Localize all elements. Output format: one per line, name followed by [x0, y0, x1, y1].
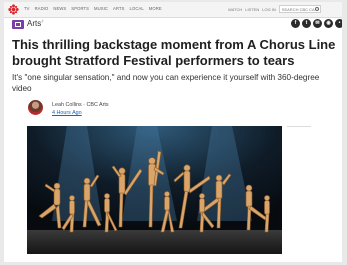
advertisement-slot[interactable] [287, 126, 311, 157]
top-navigation: TV RADIO NEWS SPORTS MUSIC ARTS LOCAL MO… [4, 2, 342, 18]
nav-utility-links: WATCH LISTEN LOG IN SEARCH CBC.CA [228, 5, 321, 13]
section-header: Arts® f t ✉ ◉ • [4, 19, 342, 31]
nav-link-sports[interactable]: SPORTS [71, 6, 89, 11]
arts-section-icon [12, 20, 24, 29]
twitter-icon[interactable]: t [302, 19, 311, 28]
search-icon[interactable] [314, 7, 319, 11]
nav-link-tv[interactable]: TV [24, 6, 30, 11]
nav-login-link[interactable]: LOG IN [262, 7, 276, 12]
page-frame: TV RADIO NEWS SPORTS MUSIC ARTS LOCAL MO… [4, 2, 342, 262]
photo-caption [27, 255, 287, 260]
search-input[interactable]: SEARCH CBC.CA [278, 5, 321, 13]
section-title-superscript: ® [41, 19, 44, 24]
nav-link-local[interactable]: LOCAL [130, 6, 144, 11]
nav-link-news[interactable]: NEWS [53, 6, 66, 11]
email-icon[interactable]: ✉ [313, 19, 322, 28]
nav-link-music[interactable]: MUSIC [94, 6, 108, 11]
author-byline[interactable]: Leah Collins · CBC Arts [52, 102, 109, 108]
nav-listen-link[interactable]: LISTEN [245, 7, 259, 12]
nav-link-more[interactable]: MORE [149, 6, 162, 11]
search-placeholder: SEARCH CBC.CA [281, 7, 315, 12]
facebook-icon[interactable]: f [291, 19, 300, 28]
main-nav-links: TV RADIO NEWS SPORTS MUSIC ARTS LOCAL MO… [24, 6, 162, 11]
reddit-icon[interactable]: ◉ [324, 19, 333, 28]
cbc-gem-logo[interactable] [8, 4, 19, 15]
share-icon[interactable]: • [335, 19, 342, 28]
publish-time[interactable]: 4 Hours Ago [52, 110, 82, 116]
article-headline: This thrilling backstage moment from A C… [12, 37, 336, 68]
social-share-bar: f t ✉ ◉ • [291, 19, 342, 28]
dancers-photo [27, 126, 282, 254]
article-deck: It's "one singular sensation," and now y… [12, 73, 320, 93]
nav-link-radio[interactable]: RADIO [35, 6, 49, 11]
nav-watch-link[interactable]: WATCH [228, 7, 242, 12]
hero-image[interactable] [27, 126, 282, 254]
section-title[interactable]: Arts® [27, 19, 44, 28]
author-avatar[interactable] [28, 100, 43, 115]
nav-link-arts[interactable]: ARTS [113, 6, 125, 11]
